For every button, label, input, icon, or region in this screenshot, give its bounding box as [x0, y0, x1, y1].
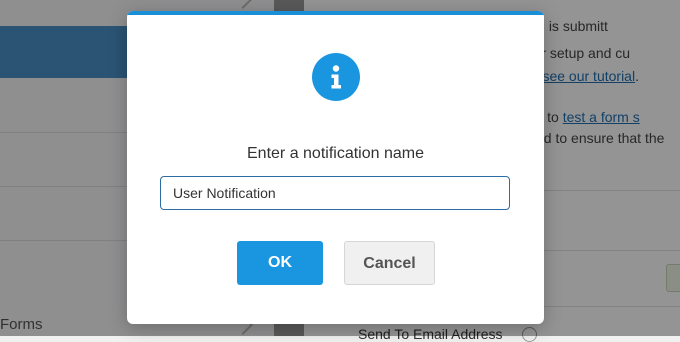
- cancel-button[interactable]: Cancel: [344, 241, 435, 285]
- dialog-accent-bar: [127, 11, 544, 15]
- notification-name-input[interactable]: [160, 176, 510, 210]
- info-icon: [312, 53, 360, 101]
- notification-name-dialog: Enter a notification name OK Cancel: [127, 11, 544, 324]
- ok-button[interactable]: OK: [237, 241, 323, 285]
- dialog-prompt: Enter a notification name: [247, 145, 424, 162]
